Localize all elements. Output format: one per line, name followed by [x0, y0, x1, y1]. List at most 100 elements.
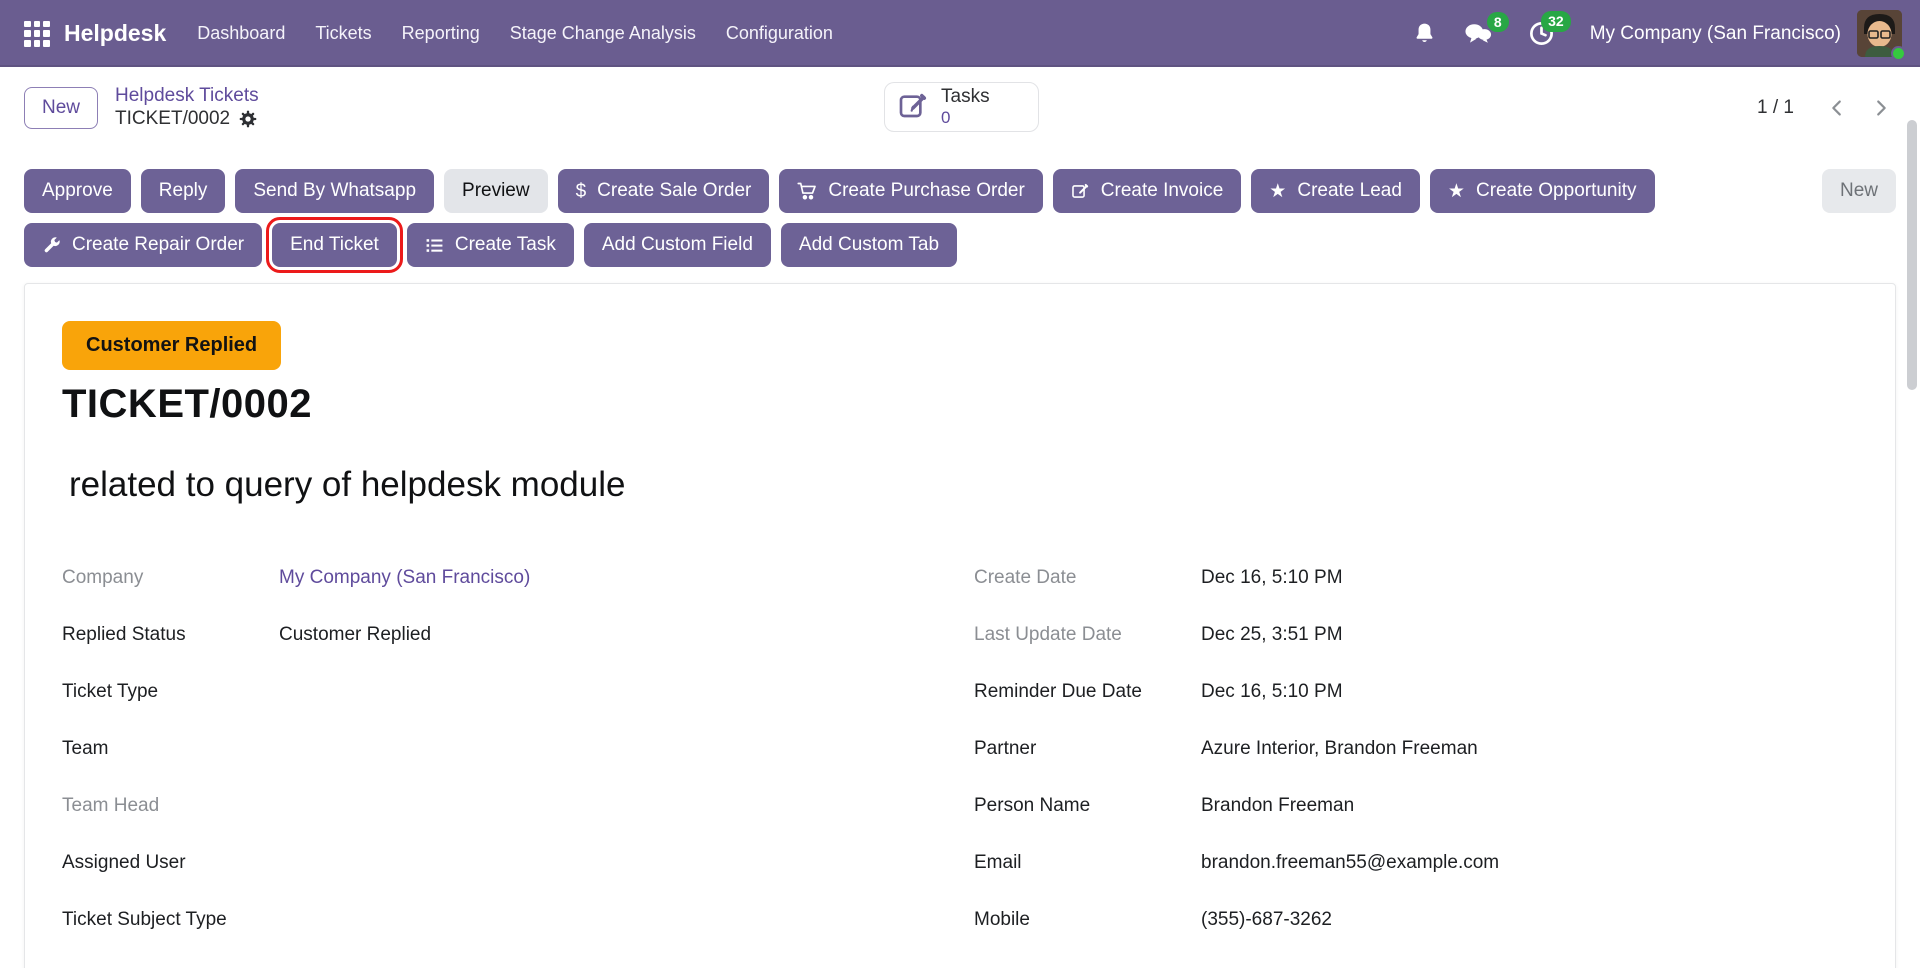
star-icon: ★ — [1269, 182, 1286, 201]
button-label: Send By Whatsapp — [253, 180, 416, 202]
field-row-partner: PartnerAzure Interior, Brandon Freeman — [974, 736, 1871, 793]
field-row-reminder-due-date: Reminder Due DateDec 16, 5:10 PM — [974, 679, 1871, 736]
field-label: Tags — [62, 964, 279, 968]
activities-button[interactable]: 32 — [1528, 20, 1555, 47]
button-label: Create Purchase Order — [828, 180, 1024, 202]
pencil-square-icon — [1071, 182, 1090, 201]
dollar-icon: $ — [576, 182, 587, 201]
star-icon: ★ — [1448, 182, 1465, 201]
apps-grid-icon[interactable] — [24, 21, 50, 47]
stage-badge: Customer Replied — [62, 321, 281, 370]
ticket-form-sheet: Customer Replied TICKET/0002 related to … — [24, 283, 1896, 968]
nav-menu: DashboardTicketsReportingStage Change An… — [182, 0, 848, 67]
field-value-reminder-due-date[interactable]: Dec 16, 5:10 PM — [1201, 679, 1343, 703]
create-task-button[interactable]: Create Task — [407, 223, 574, 267]
reply-button[interactable]: Reply — [141, 169, 226, 213]
edit-note-icon — [897, 90, 929, 125]
field-row-create-date: Create DateDec 16, 5:10 PM — [974, 565, 1871, 622]
nav-item-configuration[interactable]: Configuration — [711, 0, 848, 67]
fields-column-left: CompanyMy Company (San Francisco)Replied… — [62, 565, 974, 968]
create-lead-button[interactable]: ★Create Lead — [1251, 169, 1420, 213]
field-label: Team — [62, 736, 279, 760]
create-sale-order-button[interactable]: $Create Sale Order — [558, 169, 770, 213]
vertical-scrollbar[interactable] — [1907, 120, 1917, 390]
field-label: Reminder Due Date — [974, 679, 1201, 703]
field-label: Ticket Subject Type — [62, 907, 279, 931]
send-by-whatsapp-button[interactable]: Send By Whatsapp — [235, 169, 434, 213]
pager-previous-button[interactable] — [1822, 93, 1852, 123]
field-value-last-update-date[interactable]: Dec 25, 3:51 PM — [1201, 622, 1343, 646]
breadcrumb-current: TICKET/0002 — [115, 108, 230, 130]
add-custom-tab-button[interactable]: Add Custom Tab — [781, 223, 957, 267]
ticket-subject[interactable]: related to query of helpdesk module — [62, 465, 1871, 505]
create-purchase-order-button[interactable]: Create Purchase Order — [779, 169, 1042, 213]
control-bar: New Helpdesk Tickets TICKET/0002 — [0, 67, 1920, 148]
fields-column-right: Create DateDec 16, 5:10 PMLast Update Da… — [974, 565, 1871, 968]
button-label: Create Repair Order — [72, 234, 244, 256]
field-value-email[interactable]: brandon.freeman55@example.com — [1201, 850, 1499, 874]
field-row-tags: Tags — [62, 964, 974, 968]
wrench-icon — [42, 236, 61, 255]
activities-count-badge: 32 — [1541, 11, 1571, 32]
ticket-name: TICKET/0002 — [62, 382, 1871, 427]
button-label: Create Task — [455, 234, 556, 256]
field-label: Assigned User — [62, 850, 279, 874]
bell-icon — [1412, 21, 1437, 46]
field-value-partner[interactable]: Azure Interior, Brandon Freeman — [1201, 736, 1478, 760]
button-label: Add Custom Field — [602, 234, 753, 256]
tasks-count: 0 — [941, 108, 950, 128]
field-label: Company — [62, 565, 279, 589]
add-custom-field-button[interactable]: Add Custom Field — [584, 223, 771, 267]
approve-button[interactable]: Approve — [24, 169, 131, 213]
field-value-person-name[interactable]: Brandon Freeman — [1201, 793, 1354, 817]
pager-next-button[interactable] — [1866, 93, 1896, 123]
record-pager: 1 / 1 — [1757, 93, 1896, 123]
field-row-assigned-user: Assigned User — [62, 850, 974, 907]
tasks-stat-button[interactable]: Tasks 0 — [884, 82, 1039, 132]
nav-item-dashboard[interactable]: Dashboard — [182, 0, 300, 67]
user-avatar[interactable] — [1857, 10, 1902, 57]
notifications-bell-button[interactable] — [1412, 21, 1437, 46]
create-repair-order-button[interactable]: Create Repair Order — [24, 223, 262, 267]
create-invoice-button[interactable]: Create Invoice — [1053, 169, 1242, 213]
nav-item-tickets[interactable]: Tickets — [300, 0, 386, 67]
field-row-replied-status: Replied StatusCustomer Replied — [62, 622, 974, 679]
breadcrumb-parent-link[interactable]: Helpdesk Tickets — [115, 85, 259, 107]
button-label: Reply — [159, 180, 208, 202]
top-navbar: Helpdesk DashboardTicketsReportingStage … — [0, 0, 1920, 67]
field-value-replied-status[interactable]: Customer Replied — [279, 622, 431, 646]
field-label: Mobile — [974, 907, 1201, 931]
nav-item-stage-change-analysis[interactable]: Stage Change Analysis — [495, 0, 711, 67]
field-value-create-date[interactable]: Dec 16, 5:10 PM — [1201, 565, 1343, 589]
field-row-team: Team — [62, 736, 974, 793]
field-label: Email — [974, 850, 1201, 874]
action-row-1: ApproveReplySend By WhatsappPreview$Crea… — [24, 169, 1896, 213]
button-label: New — [1840, 180, 1878, 202]
messages-button[interactable]: 8 — [1463, 21, 1493, 47]
gear-icon[interactable] — [238, 109, 258, 129]
button-label: Preview — [462, 180, 530, 202]
field-label: Partner — [974, 736, 1201, 760]
preview-button[interactable]: Preview — [444, 169, 548, 213]
field-value-company[interactable]: My Company (San Francisco) — [279, 565, 530, 589]
field-row-mobile: Mobile(355)-687-3262 — [974, 907, 1871, 964]
field-label: Replied Date — [974, 964, 1201, 968]
button-label: Add Custom Tab — [799, 234, 939, 256]
field-label: Create Date — [974, 565, 1201, 589]
nav-item-reporting[interactable]: Reporting — [387, 0, 495, 67]
company-switcher[interactable]: My Company (San Francisco) — [1590, 23, 1841, 45]
end-ticket-button[interactable]: End Ticket — [272, 223, 397, 267]
create-opportunity-button[interactable]: ★Create Opportunity — [1430, 169, 1655, 213]
cart-icon — [797, 181, 817, 201]
field-row-team-head: Team Head — [62, 793, 974, 850]
action-buttons-area: ApproveReplySend By WhatsappPreview$Crea… — [0, 169, 1920, 267]
field-label: Ticket Type — [62, 679, 279, 703]
new-button[interactable]: New — [1822, 169, 1896, 213]
new-record-button[interactable]: New — [24, 87, 98, 129]
field-row-email: Emailbrandon.freeman55@example.com — [974, 850, 1871, 907]
app-brand[interactable]: Helpdesk — [64, 20, 166, 47]
field-row-person-name: Person NameBrandon Freeman — [974, 793, 1871, 850]
field-value-mobile[interactable]: (355)-687-3262 — [1201, 907, 1332, 931]
field-row-company: CompanyMy Company (San Francisco) — [62, 565, 974, 622]
field-label: Team Head — [62, 793, 279, 817]
